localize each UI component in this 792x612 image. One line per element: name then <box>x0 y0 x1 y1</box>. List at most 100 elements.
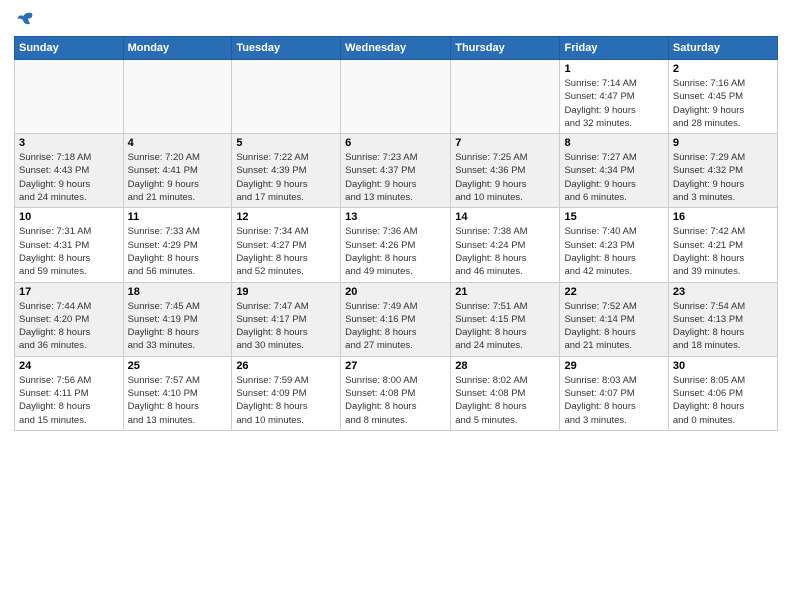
calendar-day-cell: 12Sunrise: 7:34 AM Sunset: 4:27 PM Dayli… <box>232 208 341 282</box>
day-number: 22 <box>564 286 663 298</box>
day-info: Sunrise: 7:44 AM Sunset: 4:20 PM Dayligh… <box>19 300 119 353</box>
calendar-day-cell: 6Sunrise: 7:23 AM Sunset: 4:37 PM Daylig… <box>341 134 451 208</box>
calendar-day-cell: 19Sunrise: 7:47 AM Sunset: 4:17 PM Dayli… <box>232 282 341 356</box>
weekday-header-row: SundayMondayTuesdayWednesdayThursdayFrid… <box>15 37 778 60</box>
day-number: 17 <box>19 286 119 298</box>
weekday-header: Tuesday <box>232 37 341 60</box>
day-number: 21 <box>455 286 555 298</box>
calendar-day-cell: 17 Sunrise: 7:44 AM Sunset: 4:20 PM Dayli… <box>15 282 124 356</box>
calendar-day-cell: 28 Sunrise: 8:02 AM Sunset: 4:08 PM Dayli… <box>451 356 560 430</box>
day-number: 5 <box>236 137 336 149</box>
day-info: Sunrise: 7:14 AM Sunset: 4:47 PM Dayligh… <box>564 77 663 130</box>
calendar-day-cell: 2 Sunrise: 7:16 AM Sunset: 4:45 PM Daylig… <box>668 60 777 134</box>
day-number: 30 <box>673 360 773 372</box>
day-info: Sunrise: 8:02 AM Sunset: 4:08 PM Dayligh… <box>455 374 555 427</box>
day-number: 25 <box>128 360 228 372</box>
day-info: Sunrise: 7:40 AM Sunset: 4:23 PM Dayligh… <box>564 225 663 278</box>
weekday-header: Wednesday <box>341 37 451 60</box>
day-number: 16 <box>673 211 773 223</box>
calendar-day-cell <box>15 60 124 134</box>
day-number: 3 <box>19 137 119 149</box>
day-number: 4 <box>128 137 228 149</box>
day-number: 29 <box>564 360 663 372</box>
weekday-header: Sunday <box>15 37 124 60</box>
logo-bird-icon <box>16 10 34 28</box>
day-info: Sunrise: 7:52 AM Sunset: 4:14 PM Dayligh… <box>564 300 663 353</box>
calendar-day-cell: 4 Sunrise: 7:20 AM Sunset: 4:41 PM Daylig… <box>123 134 232 208</box>
day-number: 28 <box>455 360 555 372</box>
day-info: Sunrise: 7:54 AM Sunset: 4:13 PM Dayligh… <box>673 300 773 353</box>
day-info: Sunrise: 7:20 AM Sunset: 4:41 PM Dayligh… <box>128 151 228 204</box>
day-number: 2 <box>673 63 773 75</box>
calendar-day-cell: 21 Sunrise: 7:51 AM Sunset: 4:15 PM Dayli… <box>451 282 560 356</box>
weekday-header: Thursday <box>451 37 560 60</box>
calendar-day-cell: 15 Sunrise: 7:40 AM Sunset: 4:23 PM Dayli… <box>560 208 668 282</box>
day-number: 15 <box>564 211 663 223</box>
calendar-day-cell: 14 Sunrise: 7:38 AM Sunset: 4:24 PM Dayli… <box>451 208 560 282</box>
calendar-day-cell: 20 Sunrise: 7:49 AM Sunset: 4:16 PM Dayli… <box>341 282 451 356</box>
calendar-day-cell: 8 Sunrise: 7:27 AM Sunset: 4:34 PM Daylig… <box>560 134 668 208</box>
calendar-week-row: 10 Sunrise: 7:31 AM Sunset: 4:31 PM Dayli… <box>15 208 778 282</box>
day-number: 20 <box>345 286 446 298</box>
day-number: 10 <box>19 211 119 223</box>
calendar-day-cell: 29 Sunrise: 8:03 AM Sunset: 4:07 PM Dayli… <box>560 356 668 430</box>
page-container: SundayMondayTuesdayWednesdayThursdayFrid… <box>0 0 792 441</box>
day-number: 9 <box>673 137 773 149</box>
day-info: Sunrise: 8:03 AM Sunset: 4:07 PM Dayligh… <box>564 374 663 427</box>
calendar-week-row: 1 Sunrise: 7:14 AM Sunset: 4:47 PM Daylig… <box>15 60 778 134</box>
calendar-day-cell: 7Sunrise: 7:25 AM Sunset: 4:36 PM Daylig… <box>451 134 560 208</box>
calendar-day-cell <box>232 60 341 134</box>
day-info: Sunrise: 7:57 AM Sunset: 4:10 PM Dayligh… <box>128 374 228 427</box>
day-info: Sunrise: 7:29 AM Sunset: 4:32 PM Dayligh… <box>673 151 773 204</box>
weekday-header: Saturday <box>668 37 777 60</box>
day-info: Sunrise: 7:31 AM Sunset: 4:31 PM Dayligh… <box>19 225 119 278</box>
calendar-week-row: 17 Sunrise: 7:44 AM Sunset: 4:20 PM Dayli… <box>15 282 778 356</box>
calendar-day-cell: 13Sunrise: 7:36 AM Sunset: 4:26 PM Dayli… <box>341 208 451 282</box>
calendar-day-cell: 25 Sunrise: 7:57 AM Sunset: 4:10 PM Dayli… <box>123 356 232 430</box>
day-info: Sunrise: 7:22 AM Sunset: 4:39 PM Dayligh… <box>236 151 336 204</box>
calendar-day-cell: 11 Sunrise: 7:33 AM Sunset: 4:29 PM Dayli… <box>123 208 232 282</box>
calendar-day-cell <box>341 60 451 134</box>
calendar-day-cell: 3 Sunrise: 7:18 AM Sunset: 4:43 PM Daylig… <box>15 134 124 208</box>
calendar-day-cell: 1 Sunrise: 7:14 AM Sunset: 4:47 PM Daylig… <box>560 60 668 134</box>
weekday-header: Monday <box>123 37 232 60</box>
calendar-day-cell: 30Sunrise: 8:05 AM Sunset: 4:06 PM Dayli… <box>668 356 777 430</box>
day-number: 26 <box>236 360 336 372</box>
day-info: Sunrise: 7:18 AM Sunset: 4:43 PM Dayligh… <box>19 151 119 204</box>
day-info: Sunrise: 7:51 AM Sunset: 4:15 PM Dayligh… <box>455 300 555 353</box>
day-info: Sunrise: 8:00 AM Sunset: 4:08 PM Dayligh… <box>345 374 446 427</box>
day-number: 7 <box>455 137 555 149</box>
calendar-day-cell <box>123 60 232 134</box>
day-info: Sunrise: 7:38 AM Sunset: 4:24 PM Dayligh… <box>455 225 555 278</box>
day-info: Sunrise: 7:33 AM Sunset: 4:29 PM Dayligh… <box>128 225 228 278</box>
logo-text <box>14 10 34 28</box>
calendar-day-cell: 22 Sunrise: 7:52 AM Sunset: 4:14 PM Dayli… <box>560 282 668 356</box>
weekday-header: Friday <box>560 37 668 60</box>
calendar-week-row: 24Sunrise: 7:56 AM Sunset: 4:11 PM Dayli… <box>15 356 778 430</box>
day-number: 14 <box>455 211 555 223</box>
day-info: Sunrise: 7:36 AM Sunset: 4:26 PM Dayligh… <box>345 225 446 278</box>
day-number: 8 <box>564 137 663 149</box>
day-number: 6 <box>345 137 446 149</box>
logo <box>14 10 34 28</box>
day-info: Sunrise: 7:16 AM Sunset: 4:45 PM Dayligh… <box>673 77 773 130</box>
calendar-day-cell <box>451 60 560 134</box>
calendar-day-cell: 26Sunrise: 7:59 AM Sunset: 4:09 PM Dayli… <box>232 356 341 430</box>
calendar-day-cell: 9 Sunrise: 7:29 AM Sunset: 4:32 PM Daylig… <box>668 134 777 208</box>
day-info: Sunrise: 7:45 AM Sunset: 4:19 PM Dayligh… <box>128 300 228 353</box>
day-number: 1 <box>564 63 663 75</box>
day-number: 23 <box>673 286 773 298</box>
calendar-day-cell: 27 Sunrise: 8:00 AM Sunset: 4:08 PM Dayli… <box>341 356 451 430</box>
day-number: 11 <box>128 211 228 223</box>
day-number: 12 <box>236 211 336 223</box>
day-number: 27 <box>345 360 446 372</box>
calendar-week-row: 3 Sunrise: 7:18 AM Sunset: 4:43 PM Daylig… <box>15 134 778 208</box>
day-info: Sunrise: 7:42 AM Sunset: 4:21 PM Dayligh… <box>673 225 773 278</box>
calendar-day-cell: 23 Sunrise: 7:54 AM Sunset: 4:13 PM Dayli… <box>668 282 777 356</box>
day-info: Sunrise: 7:27 AM Sunset: 4:34 PM Dayligh… <box>564 151 663 204</box>
calendar-table: SundayMondayTuesdayWednesdayThursdayFrid… <box>14 36 778 431</box>
day-info: Sunrise: 7:49 AM Sunset: 4:16 PM Dayligh… <box>345 300 446 353</box>
calendar-day-cell: 24Sunrise: 7:56 AM Sunset: 4:11 PM Dayli… <box>15 356 124 430</box>
day-info: Sunrise: 7:47 AM Sunset: 4:17 PM Dayligh… <box>236 300 336 353</box>
header <box>14 10 778 28</box>
